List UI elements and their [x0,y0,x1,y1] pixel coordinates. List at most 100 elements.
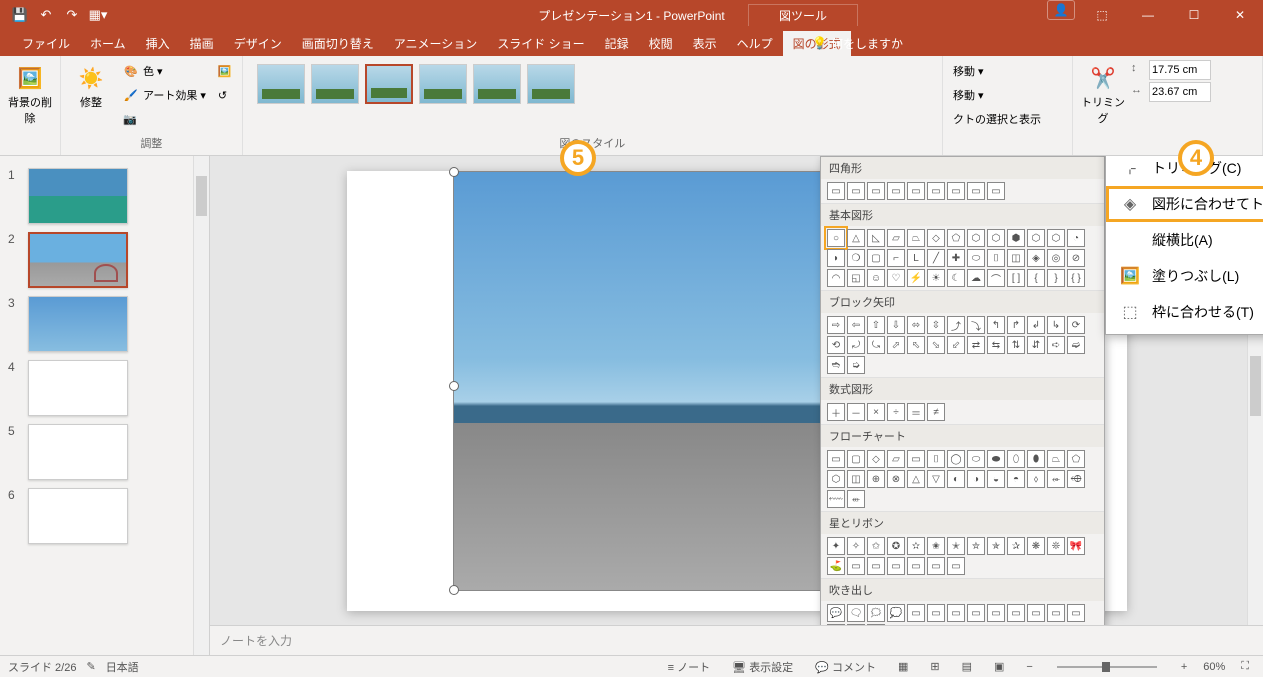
shape-star[interactable]: ✰ [1007,537,1025,555]
tab-file[interactable]: ファイル [12,31,80,56]
shape-arrow[interactable]: ⇄ [967,336,985,354]
shape-arrow[interactable]: ⟲ [827,336,845,354]
shape-flow[interactable]: ▽ [927,470,945,488]
maximize-button[interactable]: ☐ [1171,0,1217,30]
shape-folded-corner[interactable]: ◱ [847,269,865,287]
slide-thumbnail-panel[interactable]: 1 2 3 4 5 6 [0,156,210,655]
shape-arrow[interactable]: ⇨ [827,316,845,334]
shape-l[interactable]: L [907,249,925,267]
shape-rect[interactable]: ▭ [907,182,925,200]
shape-callout[interactable]: ▭ [967,604,985,622]
shape-arrow[interactable]: ⬀ [887,336,905,354]
tab-help[interactable]: ヘルプ [727,31,783,56]
shape-smiley[interactable]: ☺ [867,269,885,287]
ribbon-display-icon[interactable]: ⬚ [1079,0,1125,30]
color-button[interactable]: 🎨色 ▾ [119,60,210,82]
shape-callout[interactable]: ▭ [827,624,845,625]
style-thumb-5[interactable] [473,64,521,104]
shape-star[interactable]: ❋ [1027,537,1045,555]
shape-flow[interactable]: ⊗ [887,470,905,488]
shape-donut[interactable]: ◎ [1047,249,1065,267]
shape-arrow[interactable]: ➬ [827,356,845,374]
view-sorter-icon[interactable]: ⊞ [924,660,945,673]
shape-flow[interactable]: ⬰ [1047,470,1065,488]
shape-flow[interactable]: △ [907,470,925,488]
shape-teardrop[interactable]: ❍ [847,249,865,267]
shape-brace-l[interactable]: { [1027,269,1045,287]
spell-check-icon[interactable]: ✎ [86,660,95,673]
shape-flow[interactable]: ▱ [887,450,905,468]
tab-review[interactable]: 校閲 [639,31,683,56]
menu-fit[interactable]: ⬚ 枠に合わせる(T) [1106,294,1263,330]
shape-callout[interactable]: ▭ [907,604,925,622]
shape-diag-stripe[interactable]: ╱ [927,249,945,267]
shape-flow[interactable]: ⬲ [1067,470,1085,488]
shape-heptagon[interactable]: ⬡ [987,229,1005,247]
style-thumb-6[interactable] [527,64,575,104]
tell-me-search[interactable]: 💡 何をしますか [812,35,903,52]
shape-arrow[interactable]: ⬁ [907,336,925,354]
shape-not-equal[interactable]: ≠ [927,403,945,421]
bring-forward-button[interactable]: 移動 ▾ [949,60,1066,82]
shape-flow[interactable]: ◯ [947,450,965,468]
shape-triangle[interactable]: △ [847,229,865,247]
shape-callout[interactable]: 🗯 [867,604,885,622]
style-thumb-4[interactable] [419,64,467,104]
tab-draw[interactable]: 描画 [180,31,224,56]
shape-no-symbol[interactable]: ⊘ [1067,249,1085,267]
slide-thumb-6[interactable]: 6 [0,484,209,548]
shape-star[interactable]: ✦ [827,537,845,555]
shape-flow[interactable]: ⬨ [1027,470,1045,488]
zoom-out[interactable]: − [1020,661,1038,673]
shape-arrow[interactable]: ⇵ [1027,336,1045,354]
shape-ribbon[interactable]: ▭ [927,557,945,575]
shape-callout[interactable]: ▭ [987,604,1005,622]
tab-view[interactable]: 表示 [683,31,727,56]
shape-arrow[interactable]: ⤵ [967,316,985,334]
shape-callout[interactable]: ▭ [927,604,945,622]
fit-to-window-icon[interactable]: ⛶ [1235,660,1255,673]
shape-decagon[interactable]: ⬡ [1027,229,1045,247]
shape-flow[interactable]: ▢ [847,450,865,468]
comments-toggle[interactable]: 💬 コメント [809,659,882,675]
shape-arrow[interactable]: ⤴ [947,316,965,334]
width-input[interactable] [1149,82,1211,102]
shape-flow[interactable]: ◓ [1007,470,1025,488]
shape-flow[interactable]: ⬴ [847,490,865,508]
shape-octagon[interactable]: ⬢ [1007,229,1025,247]
shape-bracket[interactable]: [ ] [1007,269,1025,287]
shape-diamond[interactable]: ◇ [927,229,945,247]
slide-thumb-5[interactable]: 5 [0,420,209,484]
shape-ribbon[interactable]: 🎀 [1067,537,1085,555]
shape-plaque[interactable]: ⬭ [967,249,985,267]
shape-cube[interactable]: ◫ [1007,249,1025,267]
shape-ribbon[interactable]: ⛳ [827,557,845,575]
shape-brace-r[interactable]: } [1047,269,1065,287]
shape-arrow[interactable]: ⇩ [887,316,905,334]
save-icon[interactable]: 💾 [8,3,32,27]
shape-moon[interactable]: ☾ [947,269,965,287]
shape-flow[interactable]: ⬮ [1027,450,1045,468]
shape-flow[interactable]: ⌷ [927,450,945,468]
shape-arrow[interactable]: ↱ [1007,316,1025,334]
close-button[interactable]: ✕ [1217,0,1263,30]
shape-star[interactable]: ✧ [847,537,865,555]
notes-pane[interactable]: ノートを入力 [210,625,1263,655]
view-normal-icon[interactable]: ▦ [892,660,914,673]
shape-callout[interactable]: ▭ [867,624,885,625]
shape-ribbon[interactable]: ▭ [947,557,965,575]
shape-rect[interactable]: ▭ [967,182,985,200]
thumb-scrollbar[interactable] [193,156,209,655]
corrections-button[interactable]: ☀️ 修整 [67,60,115,112]
shape-pie[interactable]: ◔ [1067,229,1085,247]
send-backward-button[interactable]: 移動 ▾ [949,84,1066,106]
shape-star[interactable]: ✯ [987,537,1005,555]
slide-thumb-4[interactable]: 4 [0,356,209,420]
shape-plus[interactable]: ✚ [947,249,965,267]
shape-brace-pair[interactable]: { } [1067,269,1085,287]
shape-flow[interactable]: ⊕ [867,470,885,488]
shape-arrow[interactable]: ⟳ [1067,316,1085,334]
shape-callout[interactable]: 🗨 [847,604,865,622]
shape-flow[interactable]: ◫ [847,470,865,488]
shape-arrow[interactable]: ➪ [1047,336,1065,354]
